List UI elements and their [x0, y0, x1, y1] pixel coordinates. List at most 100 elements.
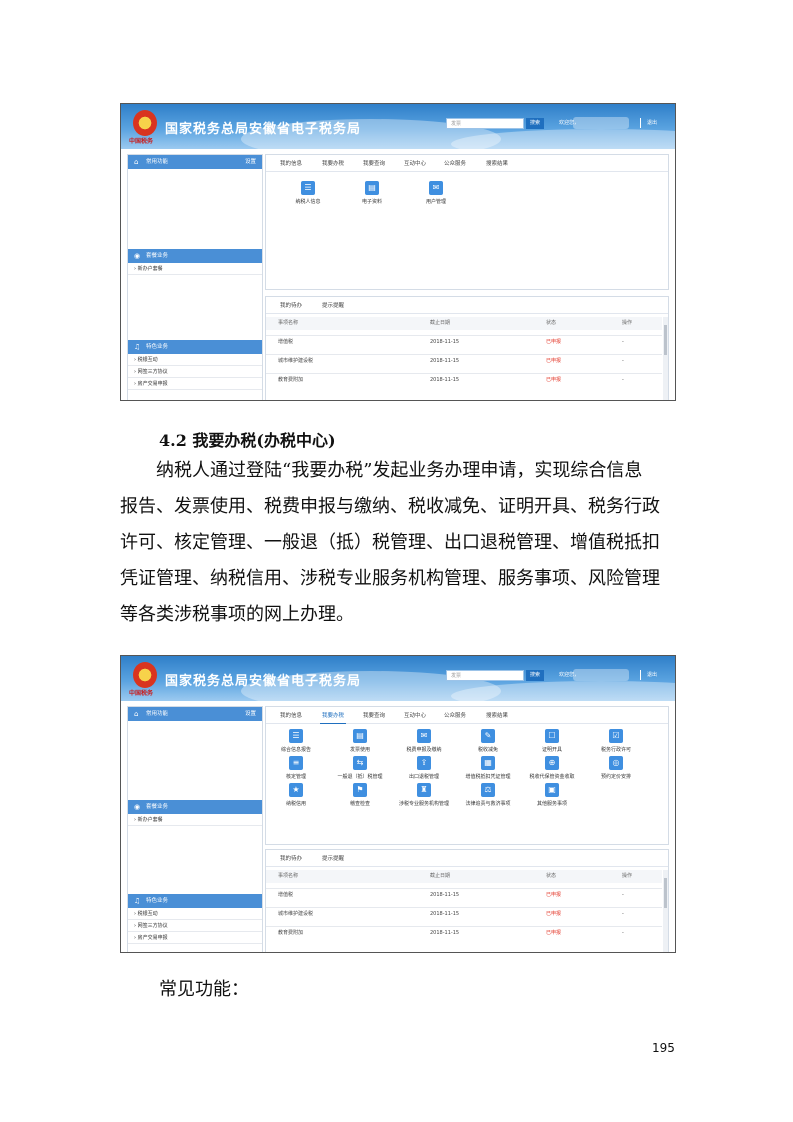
- tab-search-results[interactable]: 搜索结果: [486, 711, 508, 719]
- table-row[interactable]: 城市维护建设税 2018-11-15 已申报 -: [266, 907, 662, 921]
- table-header: 事项名称 截止日期 状态 操作: [266, 870, 662, 883]
- settings-link[interactable]: 设置: [245, 155, 256, 169]
- sidebar-section-advisory[interactable]: ◉ 套餐业务: [128, 249, 262, 263]
- column-header: 状态: [546, 873, 557, 879]
- table-cell-status: 已申报: [546, 911, 562, 917]
- table-row[interactable]: 增值税 2018-11-15 已申报 -: [266, 888, 662, 902]
- tab-public-service[interactable]: 公众服务: [444, 159, 466, 167]
- function-icon: ★: [289, 783, 303, 797]
- portal-header: 中国税务 国家税务总局安徽省电子税务局 发票 搜索 欢迎您， 退出: [121, 104, 675, 149]
- tab-tax-handling[interactable]: 我要办税: [322, 159, 344, 167]
- tab-interaction[interactable]: 互动中心: [404, 159, 426, 167]
- function-item[interactable]: ▦ 增值税抵扣凭证管理: [458, 756, 518, 780]
- tab-reminders[interactable]: 提示提醒: [322, 301, 344, 309]
- sidebar-item[interactable]: › 网签三方协议: [128, 920, 262, 932]
- function-label: 法律追责与救济事项: [465, 801, 511, 807]
- table-cell-status: 已申报: [546, 930, 562, 936]
- function-item[interactable]: ⚑ 稽查检查: [330, 783, 390, 807]
- function-item[interactable]: ☰ 纳税人信息: [278, 181, 338, 205]
- sidebar: ⌂ 常用功能 设置 ◉ 套餐业务 › 新办户套餐 ♫ 特色业务 › 税银互动 ›…: [127, 154, 263, 400]
- tab-my-info[interactable]: 我的信息: [280, 711, 302, 719]
- function-item[interactable]: ♜ 涉税专业服务机构管理: [394, 783, 454, 807]
- table-cell-name: 城市维护建设税: [278, 358, 314, 364]
- table-row[interactable]: 城市维护建设税 2018-11-15 已申报 -: [266, 354, 662, 368]
- function-item[interactable]: ✉ 用户管理: [406, 181, 466, 205]
- function-item[interactable]: ⇆ 一般退（抵）税管理: [330, 756, 390, 780]
- function-label: 预约定价安排: [600, 774, 631, 780]
- portal-title: 国家税务总局安徽省电子税务局: [165, 674, 362, 689]
- sidebar-item[interactable]: › 新办户套餐: [128, 814, 262, 826]
- table-row[interactable]: 教育费附加 2018-11-15 已申报 -: [266, 373, 662, 387]
- sidebar-item[interactable]: › 房产交易申报: [128, 932, 262, 944]
- table-cell-op: -: [622, 892, 624, 898]
- function-item[interactable]: ⊕ 税收代保管资金收取: [522, 756, 582, 780]
- function-icon: ✎: [481, 729, 495, 743]
- table-cell-status: 已申报: [546, 892, 562, 898]
- function-item[interactable]: ⇪ 出口退税管理: [394, 756, 454, 780]
- tab-search-results[interactable]: 搜索结果: [486, 159, 508, 167]
- tab-my-info[interactable]: 我的信息: [280, 159, 302, 167]
- function-item[interactable]: ✎ 税收减免: [458, 729, 518, 753]
- sidebar-item[interactable]: › 新办户套餐: [128, 263, 262, 275]
- blurred-user-name: [573, 117, 629, 129]
- function-item[interactable]: ▣ 其他服务事项: [522, 783, 582, 807]
- function-item[interactable]: ▤ 发票使用: [330, 729, 390, 753]
- table-row[interactable]: 增值税 2018-11-15 已申报 -: [266, 335, 662, 349]
- sidebar-item[interactable]: › 网签三方协议: [128, 366, 262, 378]
- sidebar-item[interactable]: › 税银互动: [128, 908, 262, 920]
- tab-public-service[interactable]: 公众服务: [444, 711, 466, 719]
- function-item[interactable]: ★ 纳税信用: [266, 783, 326, 807]
- function-icon: ⚖: [481, 783, 495, 797]
- sidebar-item[interactable]: › 税银互动: [128, 354, 262, 366]
- home-icon: ⌂: [134, 158, 139, 166]
- search-button[interactable]: 搜索: [526, 670, 544, 681]
- function-icon: ▦: [481, 756, 495, 770]
- tab-my-todo[interactable]: 我的待办: [280, 301, 302, 309]
- table-cell-op: -: [622, 911, 624, 917]
- search-button[interactable]: 搜索: [526, 118, 544, 129]
- table-row[interactable]: 教育费附加 2018-11-15 已申报 -: [266, 926, 662, 940]
- table-cell-date: 2018-11-15: [430, 892, 460, 898]
- function-label: 电子资料: [361, 199, 382, 205]
- sidebar-section-special[interactable]: ♫ 特色业务: [128, 894, 262, 908]
- sidebar-item[interactable]: › 房产交易申报: [128, 378, 262, 390]
- logo-text: 中国税务: [129, 138, 154, 145]
- tab-interaction[interactable]: 互动中心: [404, 711, 426, 719]
- vertical-scrollbar[interactable]: [663, 317, 668, 400]
- tab-my-todo[interactable]: 我的待办: [280, 854, 302, 862]
- screenshot-2: 中国税务 国家税务总局安徽省电子税务局 发票 搜索 欢迎您， 退出 ⌂ 常用功能…: [120, 655, 676, 953]
- tab-query[interactable]: 我要查询: [363, 159, 385, 167]
- sidebar-section-special[interactable]: ♫ 特色业务: [128, 340, 262, 354]
- exit-link[interactable]: 退出: [647, 671, 657, 678]
- function-item[interactable]: ≡ 核定管理: [266, 756, 326, 780]
- search-input[interactable]: 发票: [446, 670, 524, 681]
- table-cell-name: 教育费附加: [278, 930, 304, 936]
- function-icon: ⇆: [353, 756, 367, 770]
- function-item[interactable]: ◎ 预约定价安排: [586, 756, 646, 780]
- function-item[interactable]: ☐ 证明开具: [522, 729, 582, 753]
- tax-emblem-icon: [133, 110, 157, 136]
- function-item[interactable]: ☰ 综合信息报告: [266, 729, 326, 753]
- search-input[interactable]: 发票: [446, 118, 524, 129]
- function-icon: ≡: [289, 756, 303, 770]
- settings-link[interactable]: 设置: [245, 707, 256, 721]
- sidebar-section-advisory[interactable]: ◉ 套餐业务: [128, 800, 262, 814]
- function-item[interactable]: ▤ 电子资料: [342, 181, 402, 205]
- table-cell-status: 已申报: [546, 377, 562, 383]
- sidebar-section-common[interactable]: ⌂ 常用功能 设置: [128, 707, 262, 721]
- table-cell-date: 2018-11-15: [430, 911, 460, 917]
- tab-query[interactable]: 我要查询: [363, 711, 385, 719]
- bell-icon: ♫: [134, 343, 141, 351]
- function-icon: ☑: [609, 729, 623, 743]
- function-item[interactable]: ☑ 税务行政许可: [586, 729, 646, 753]
- tab-tax-handling[interactable]: 我要办税: [319, 711, 347, 724]
- function-item[interactable]: ⚖ 法律追责与救济事项: [458, 783, 518, 807]
- function-label: 其他服务事项: [536, 801, 567, 807]
- divider: [640, 670, 641, 680]
- exit-link[interactable]: 退出: [647, 119, 657, 126]
- vertical-scrollbar[interactable]: [663, 870, 668, 952]
- tab-reminders[interactable]: 提示提醒: [322, 854, 344, 862]
- sidebar-section-common[interactable]: ⌂ 常用功能 设置: [128, 155, 262, 169]
- function-item[interactable]: ✉ 税费申报及缴纳: [394, 729, 454, 753]
- paragraph-line: 纳税人通过登陆“我要办税”发起业务办理申请，实现综合信息: [156, 460, 643, 481]
